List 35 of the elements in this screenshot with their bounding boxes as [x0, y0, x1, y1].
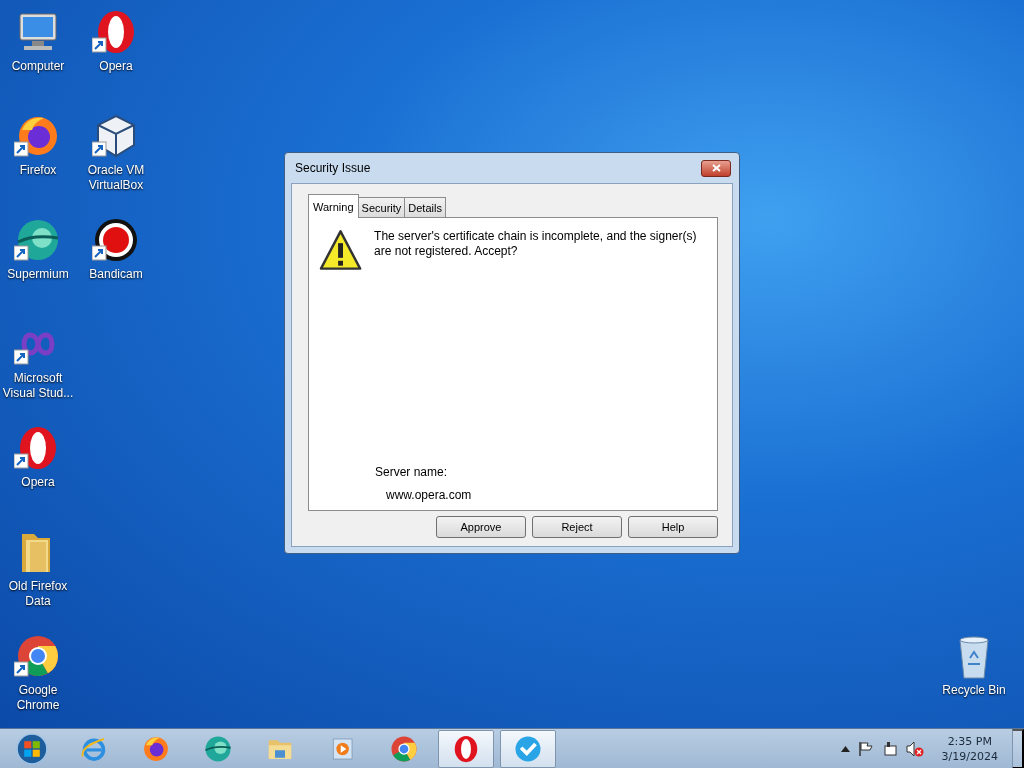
tab[interactable]: Security: [357, 197, 406, 217]
close-button[interactable]: [701, 159, 731, 177]
taskbar-button[interactable]: [500, 729, 556, 768]
network-icon[interactable]: [881, 740, 898, 757]
clock[interactable]: 2:35 PM 3/19/2024: [941, 734, 998, 763]
dialog-button[interactable]: Reject: [532, 516, 622, 538]
window-title: Security Issue: [295, 161, 371, 175]
clock-time: 2:35 PM: [947, 734, 992, 748]
show-desktop-button[interactable]: [1012, 728, 1024, 768]
start-orb-icon: [15, 731, 49, 766]
desktop-icon-label[interactable]: Oracle VM VirtualBox: [76, 163, 156, 193]
desktop-icon-label[interactable]: Opera: [76, 59, 156, 74]
desktop-icon-label[interactable]: Computer: [0, 59, 78, 74]
desktop-icon-label[interactable]: Supermium: [0, 267, 78, 282]
desktop-icon-label[interactable]: Recycle Bin: [934, 683, 1014, 698]
up-arrow-icon[interactable]: [840, 745, 850, 752]
desktop-icon-label[interactable]: Old Firefox Data: [0, 579, 78, 609]
flag-icon[interactable]: [857, 740, 874, 757]
desktop-icon-label[interactable]: Google Chrome: [0, 683, 78, 713]
warning-icon: [319, 228, 363, 272]
tab[interactable]: Details: [404, 197, 446, 217]
desktop-icon-label[interactable]: Microsoft Visual Stud...: [0, 371, 78, 401]
dialog-button[interactable]: Help: [628, 516, 718, 538]
close-icon: [711, 164, 721, 172]
tab[interactable]: Warning: [308, 194, 359, 218]
server-name-value: www.opera.com: [386, 488, 473, 502]
desktop-icon-label[interactable]: Opera: [0, 475, 78, 490]
desktop-icon-label[interactable]: Firefox: [0, 163, 78, 178]
taskbar-button[interactable]: [438, 729, 494, 768]
muted-speaker-icon[interactable]: [905, 740, 924, 757]
warning-message: The server's certificate chain is incomplete, and the signer(s) are not registered. Accept?: [374, 229, 698, 260]
server-name-label: Server name:: [375, 465, 449, 479]
clock-date: 3/19/2024: [941, 749, 998, 763]
dialog-button[interactable]: Approve: [436, 516, 526, 538]
desktop-icon-label[interactable]: Bandicam: [76, 267, 156, 282]
